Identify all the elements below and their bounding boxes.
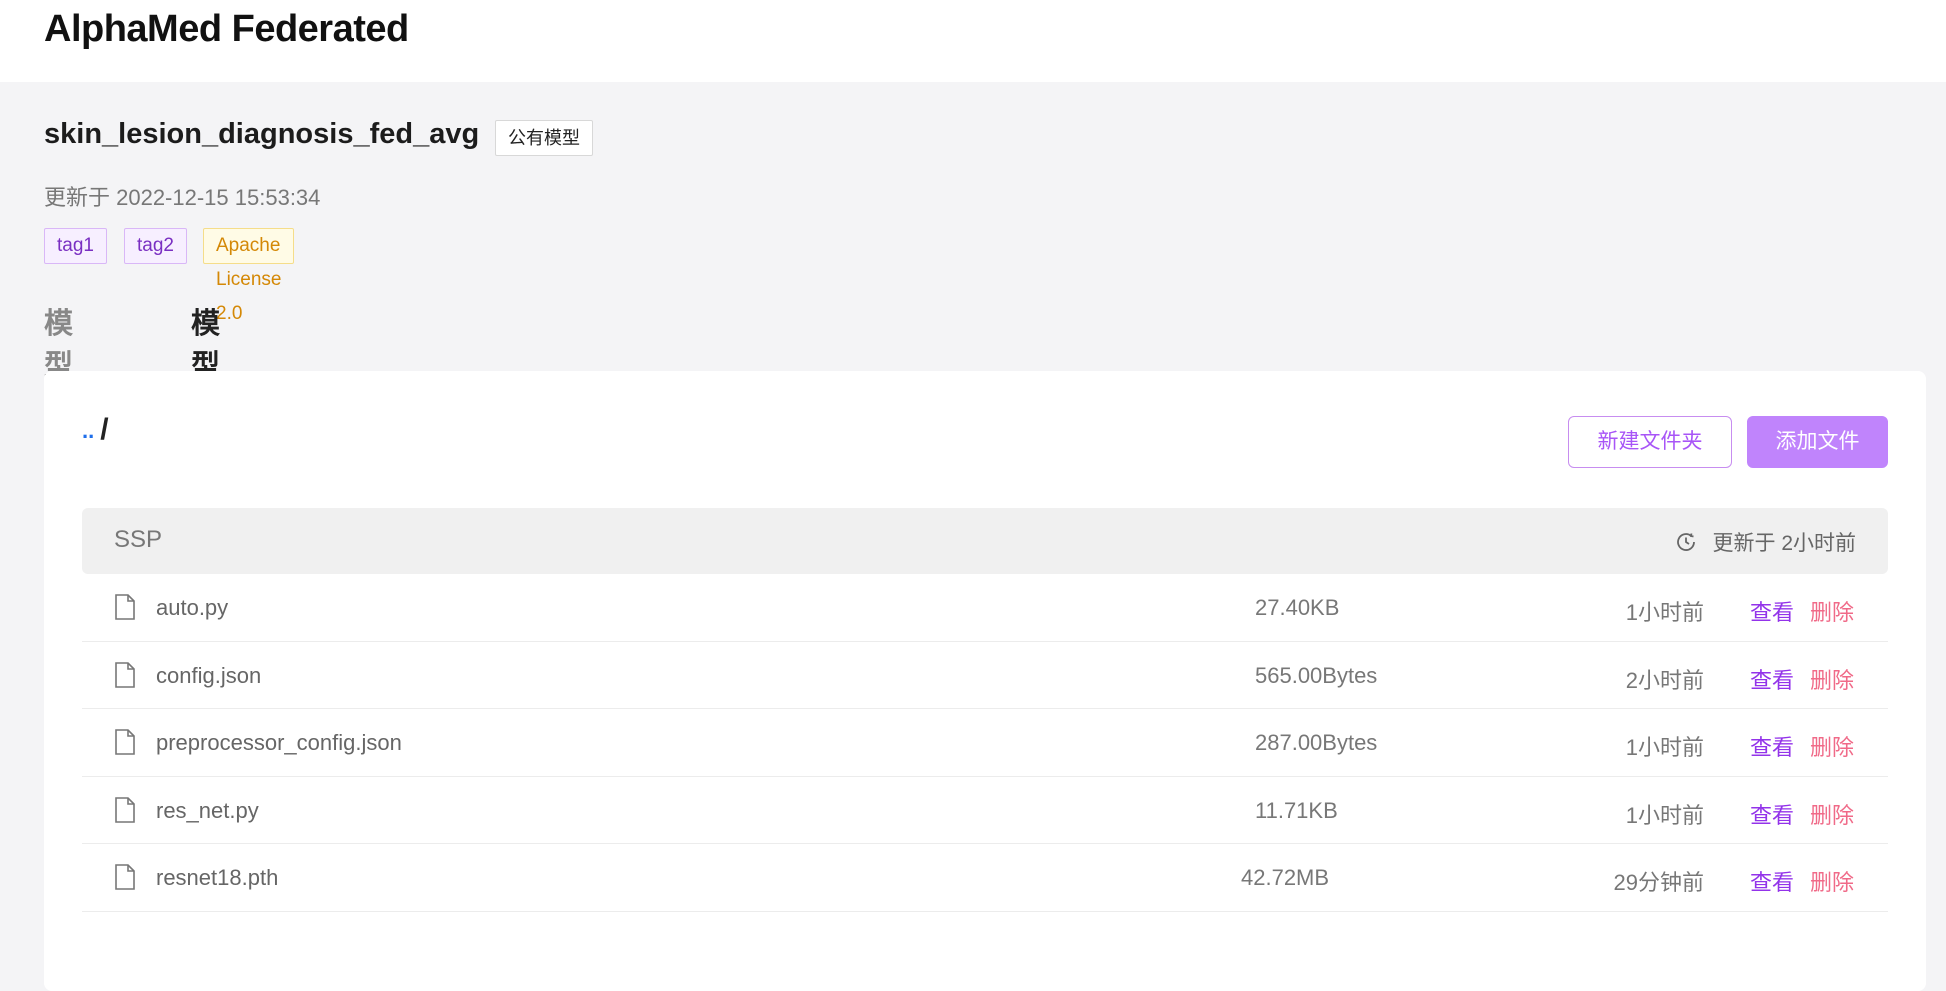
visibility-badge: 公有模型 <box>495 120 593 156</box>
file-row[interactable]: res_net.py 11.71KB 1小时前 查看 删除 <box>82 777 1888 844</box>
delete-link[interactable]: 删除 <box>1810 730 1854 762</box>
file-size: 287.00Bytes <box>1255 730 1378 755</box>
file-row[interactable]: preprocessor_config.json 287.00Bytes 1小时… <box>82 709 1888 777</box>
file-name[interactable]: config.json <box>156 663 261 689</box>
files-panel: .. / 新建文件夹 添加文件 SSP 更新于 2小时前 auto.py 27.4… <box>44 371 1926 991</box>
model-title: skin_lesion_diagnosis_fed_avg <box>44 118 480 150</box>
current-path: / <box>100 413 109 446</box>
file-time: 29分钟前 <box>1613 870 1704 895</box>
view-link[interactable]: 查看 <box>1750 663 1794 695</box>
file-size: 11.71KB <box>1255 797 1338 823</box>
parent-directory-link[interactable]: .. <box>82 418 94 443</box>
file-name[interactable]: resnet18.pth <box>156 865 278 891</box>
add-file-button[interactable]: 添加文件 <box>1747 416 1888 468</box>
file-name[interactable]: preprocessor_config.json <box>156 730 402 756</box>
breadcrumb: .. / <box>82 413 109 447</box>
updated-timestamp: 更新于 2022-12-15 15:53:34 <box>44 185 321 210</box>
file-icon <box>115 661 135 688</box>
top-bar: AlphaMed Federated <box>0 0 1946 82</box>
license-badge: Apache License 2.0 <box>203 228 295 324</box>
file-name[interactable]: auto.py <box>156 595 228 621</box>
file-row[interactable]: auto.py 27.40KB 1小时前 查看 删除 <box>82 574 1888 642</box>
view-link[interactable]: 查看 <box>1750 730 1794 762</box>
view-link[interactable]: 查看 <box>1750 865 1794 897</box>
delete-link[interactable]: 删除 <box>1810 798 1854 830</box>
folder-name: SSP <box>114 526 163 553</box>
file-icon <box>115 729 135 755</box>
file-size: 565.00Bytes <box>1255 662 1378 688</box>
file-size: 42.72MB <box>1241 865 1330 890</box>
new-folder-button[interactable]: 新建文件夹 <box>1568 416 1732 468</box>
file-time: 1小时前 <box>1625 600 1704 625</box>
file-time: 1小时前 <box>1625 735 1704 760</box>
tag-badge: tag1 <box>44 228 107 264</box>
file-row[interactable]: resnet18.pth 42.72MB 29分钟前 查看 删除 <box>82 844 1888 912</box>
folder-header[interactable]: SSP 更新于 2小时前 <box>82 508 1888 574</box>
delete-link[interactable]: 删除 <box>1810 595 1854 627</box>
folder-updated-text: 更新于 2小时前 <box>1712 532 1856 555</box>
file-name[interactable]: res_net.py <box>156 798 259 824</box>
file-icon <box>115 594 135 620</box>
tag-badge: tag2 <box>124 228 187 264</box>
file-time: 1小时前 <box>1625 802 1704 828</box>
brand-logo-text[interactable]: AlphaMed Federated <box>44 8 409 51</box>
file-row[interactable]: config.json 565.00Bytes 2小时前 查看 删除 <box>82 642 1888 709</box>
delete-link[interactable]: 删除 <box>1810 663 1854 695</box>
clock-icon <box>1677 533 1696 551</box>
file-icon <box>115 796 135 823</box>
file-list: auto.py 27.40KB 1小时前 查看 删除 config.json 5… <box>82 574 1888 912</box>
view-link[interactable]: 查看 <box>1750 595 1794 627</box>
delete-link[interactable]: 删除 <box>1810 865 1854 897</box>
folder-updated: 更新于 2小时前 <box>1674 527 1856 557</box>
file-size: 27.40KB <box>1255 595 1340 620</box>
view-link[interactable]: 查看 <box>1750 798 1794 830</box>
file-icon <box>115 864 135 890</box>
file-time: 2小时前 <box>1625 667 1704 693</box>
